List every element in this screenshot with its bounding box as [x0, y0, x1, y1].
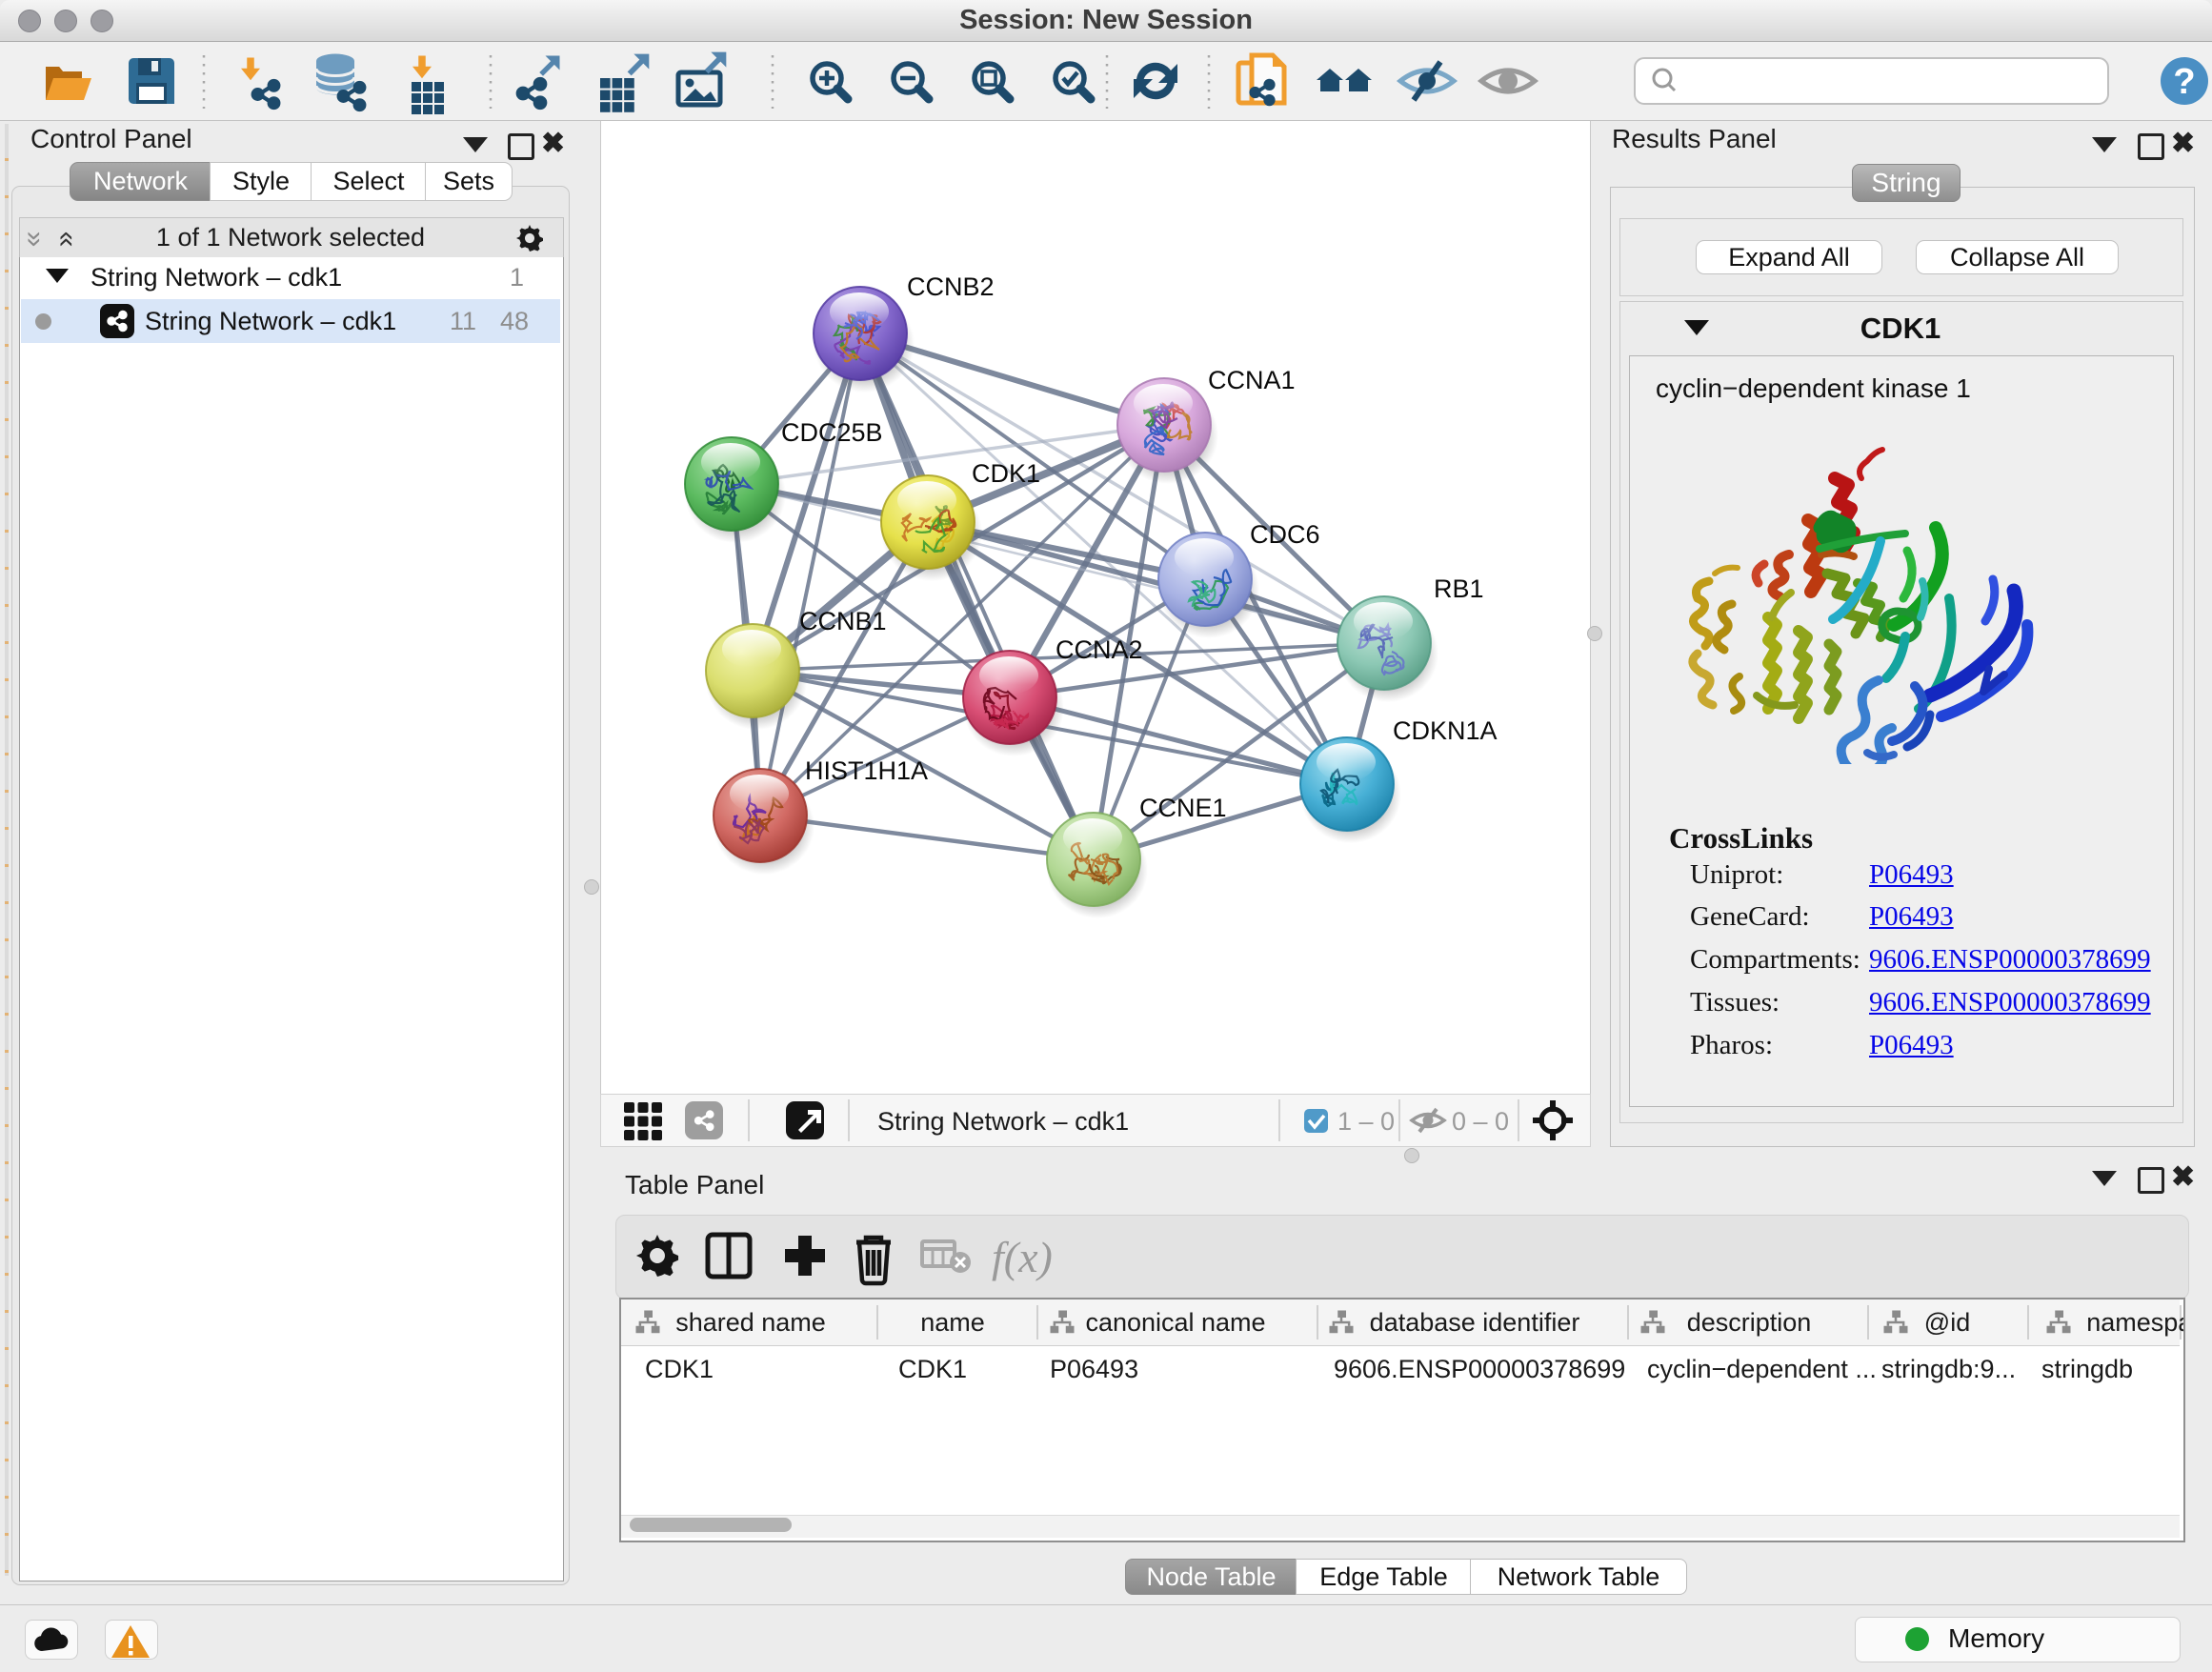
- svg-text:CCNA1: CCNA1: [1208, 366, 1296, 394]
- svg-text:HIST1H1A: HIST1H1A: [805, 756, 928, 785]
- svg-text:RB1: RB1: [1434, 574, 1484, 603]
- svg-text:?: ?: [2173, 62, 2195, 102]
- svg-text:CDKN1A: CDKN1A: [1393, 716, 1498, 745]
- svg-text:String Network – cdk1: String Network – cdk1: [877, 1107, 1129, 1136]
- svg-text:CCNB1: CCNB1: [799, 607, 887, 635]
- svg-text:CCNE1: CCNE1: [1139, 794, 1227, 822]
- svg-text:CDC25B: CDC25B: [781, 418, 883, 447]
- svg-text:0 – 0: 0 – 0: [1452, 1107, 1509, 1136]
- svg-text:CCNB2: CCNB2: [907, 272, 995, 301]
- svg-text:CDC6: CDC6: [1250, 520, 1320, 549]
- svg-text:CCNA2: CCNA2: [1056, 635, 1143, 664]
- svg-text:f(x): f(x): [992, 1233, 1053, 1281]
- svg-text:1 – 0: 1 – 0: [1337, 1107, 1395, 1136]
- svg-text:CDK1: CDK1: [972, 459, 1040, 488]
